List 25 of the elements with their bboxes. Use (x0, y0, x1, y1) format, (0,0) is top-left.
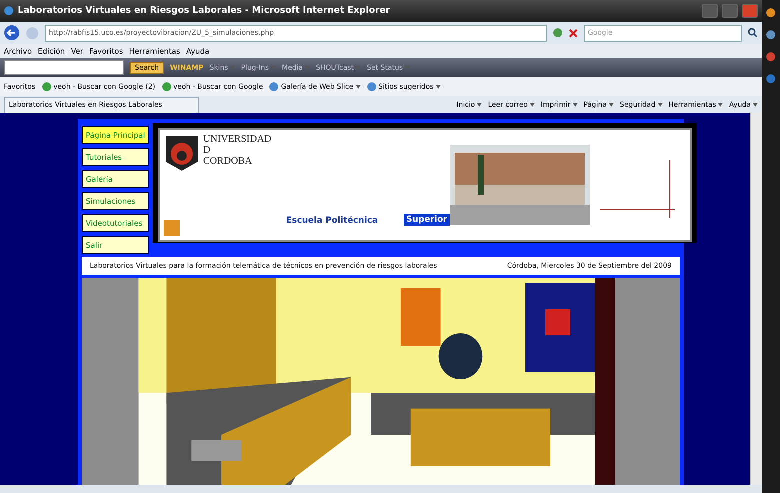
r-logo-icon (164, 220, 180, 236)
school-name-highlight: Superior (404, 214, 450, 226)
logo-text: D (203, 145, 212, 156)
caret-icon (609, 102, 614, 106)
caret-icon (477, 102, 482, 106)
caret-icon (572, 102, 578, 106)
caret-icon (436, 84, 441, 88)
caret-icon (718, 102, 724, 106)
search-icon[interactable] (748, 28, 758, 38)
scrollbar[interactable] (750, 113, 762, 485)
caret-icon (356, 84, 361, 88)
logo-text: UNIVERSIDAD (203, 134, 272, 145)
minimize-button[interactable] (702, 4, 718, 18)
caret-icon (530, 102, 535, 106)
stop-icon[interactable] (569, 28, 578, 38)
caret-icon (658, 102, 663, 106)
school-name: Escuela Politécnica (286, 216, 380, 226)
close-button[interactable] (742, 4, 758, 18)
logo-text: CORDOBA (203, 156, 254, 167)
university-logo-icon (164, 134, 200, 172)
toolbar-search-field[interactable] (4, 60, 124, 75)
window-title: Laboratorios Virtuales en Riesgos Laborales - Microsoft Internet Explorer (18, 6, 392, 16)
back-icon[interactable] (4, 25, 20, 41)
maximize-button[interactable] (722, 4, 738, 18)
caret-icon (753, 102, 758, 106)
